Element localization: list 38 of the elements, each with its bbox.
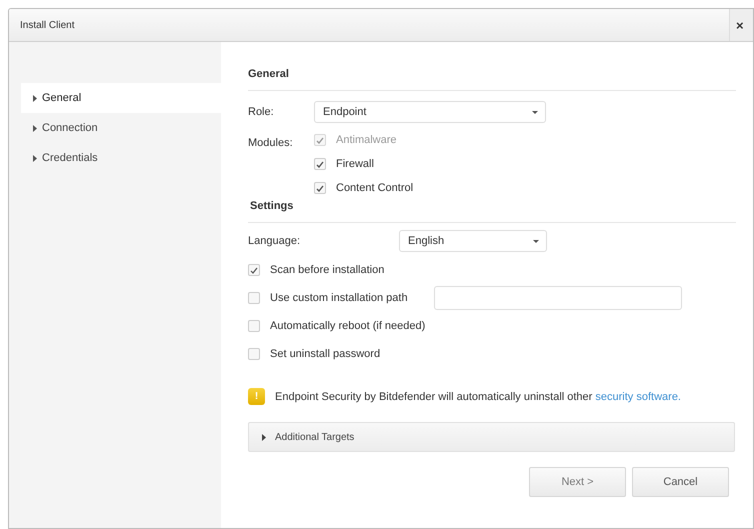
checkbox-label: Antimalware: [336, 134, 397, 146]
sidebar-item[interactable]: Connection: [21, 113, 221, 143]
window-title: Install Client: [20, 20, 74, 30]
checkbox[interactable]: [314, 182, 326, 194]
caret-icon: [533, 240, 539, 242]
checkbox-label: Automatically reboot (if needed): [270, 320, 426, 332]
additional-targets-panel[interactable]: Additional Targets: [248, 422, 735, 452]
warning-message: Endpoint Security by Bitdefender will automatically uninstall other security software.: [275, 390, 681, 402]
checkbox[interactable]: [248, 264, 260, 276]
caret-icon: [33, 124, 37, 132]
next-button[interactable]: Next >: [529, 467, 626, 497]
checkbox[interactable]: [314, 158, 326, 170]
checkbox[interactable]: [248, 348, 260, 360]
caret-icon: [262, 434, 266, 440]
caret-icon: [33, 154, 37, 162]
checkbox-label: Content Control: [336, 182, 414, 194]
caret-icon: [532, 110, 538, 114]
sidebar-item[interactable]: Credentials: [21, 143, 221, 173]
sidebar-item[interactable]: General: [21, 83, 221, 113]
checkbox-label: Firewall: [336, 158, 374, 170]
close-button[interactable]: ×: [729, 9, 753, 41]
checkbox[interactable]: [248, 320, 260, 332]
warning-icon: !: [248, 388, 265, 405]
field-label: Modules:: [248, 136, 294, 151]
field-label: Role:: [248, 106, 275, 118]
section-heading: General: [248, 68, 290, 82]
section-heading: Settings: [249, 200, 294, 214]
caret-icon: [33, 94, 37, 102]
role-dropdown[interactable]: Endpoint: [314, 101, 546, 123]
field-label: Language:: [248, 235, 301, 247]
cancel-button[interactable]: Cancel: [632, 467, 729, 497]
checkbox-label: Set uninstall password: [270, 348, 382, 360]
checkbox-label: Use custom installation path: [270, 292, 409, 304]
checkbox[interactable]: [248, 292, 260, 304]
path-input-field[interactable]: [434, 286, 682, 310]
language-dropdown[interactable]: English: [399, 230, 547, 252]
panel-label: Additional Targets: [275, 432, 354, 442]
checkbox-label: Scan before installation: [270, 264, 386, 276]
